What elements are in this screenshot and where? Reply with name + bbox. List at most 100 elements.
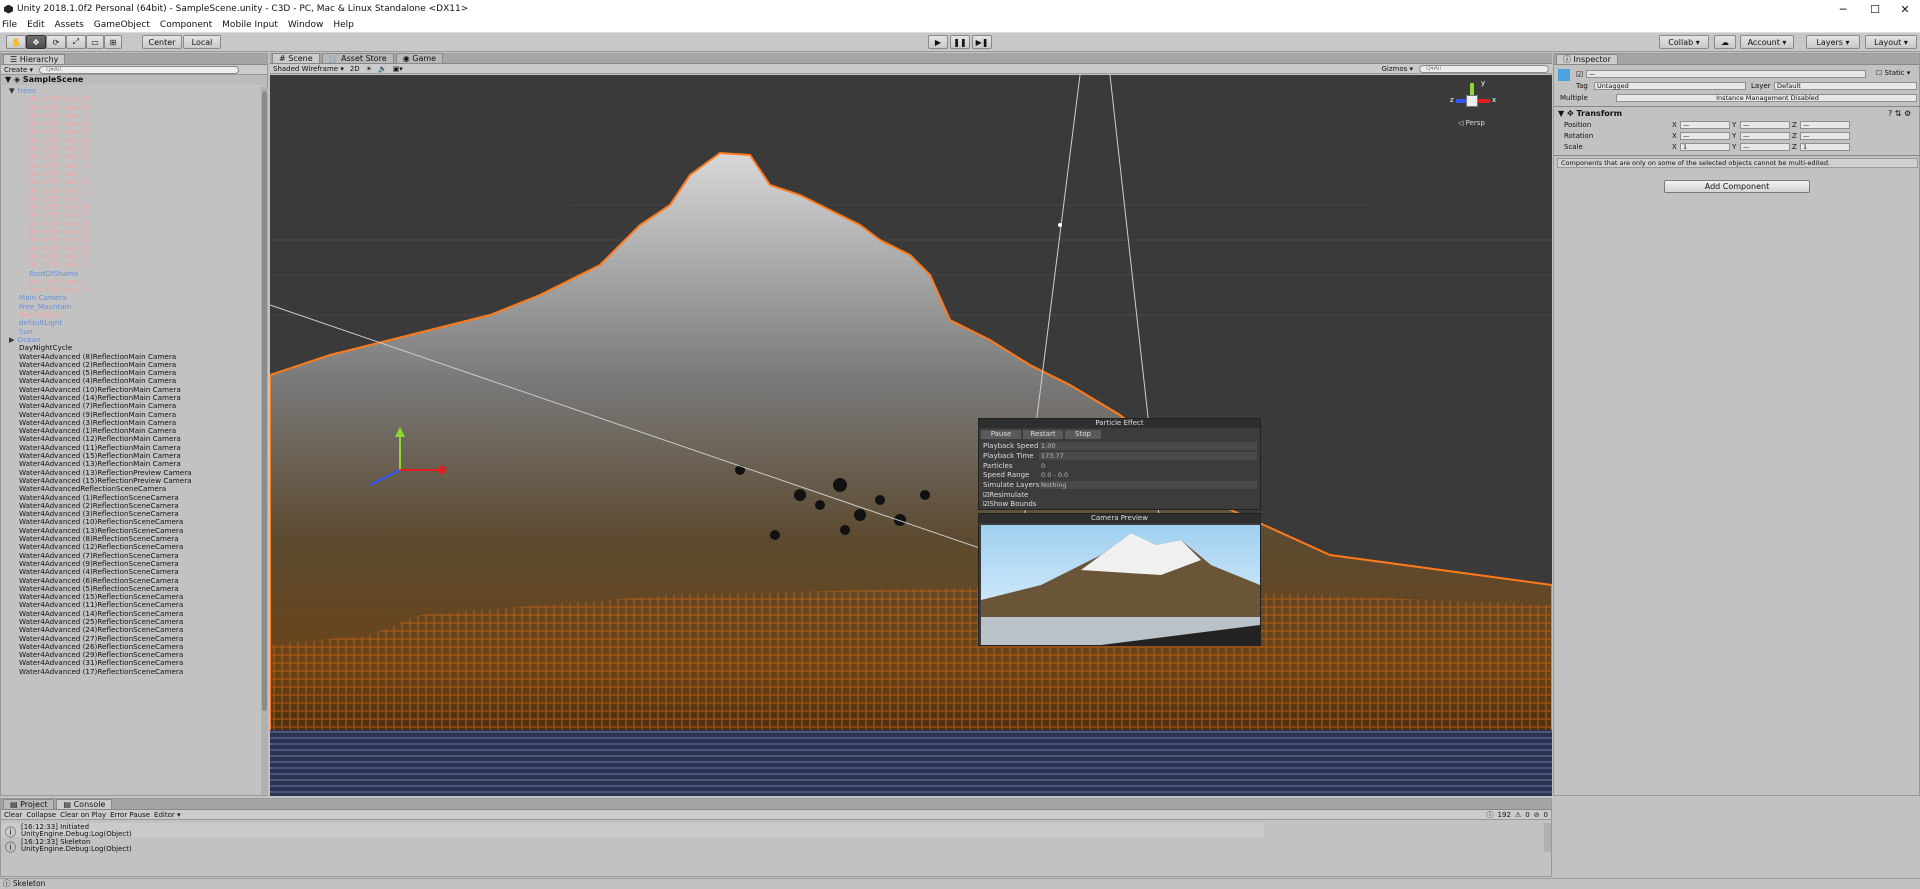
pause-button[interactable]: ❚❚ [950, 35, 970, 49]
expand-arrow-icon[interactable]: ▼ [9, 87, 15, 95]
scale-field[interactable]: 1 [1680, 143, 1730, 151]
rotation-field[interactable]: — [1680, 132, 1730, 140]
create-dropdown[interactable]: Create ▾ [4, 66, 33, 74]
hierarchy-item[interactable]: RootOfShame (2) [1, 178, 261, 186]
pivot-center-button[interactable]: Center [142, 35, 182, 49]
hierarchy-item[interactable]: Water4Advanced (3)ReflectionMain Camera [1, 419, 261, 427]
hierarchy-item[interactable]: RootOfShame (8) [1, 104, 261, 112]
particle-restart-button[interactable]: Restart [1023, 430, 1063, 439]
hierarchy-item[interactable]: Water4Advanced (13)ReflectionMain Camera [1, 460, 261, 468]
tab-hierarchy[interactable]: ☰ Hierarchy [3, 54, 66, 64]
menu-gameobject[interactable]: GameObject [94, 20, 150, 30]
hierarchy-item[interactable]: ▼ trees [1, 87, 261, 95]
hand-tool-icon[interactable]: ✋ [6, 35, 26, 49]
hierarchy-item[interactable]: RootOfShame [1, 170, 261, 178]
hierarchy-item[interactable]: Water4Advanced (12)ReflectionMain Camera [1, 435, 261, 443]
console-message[interactable]: ⓘ [16:12:33] Skeleton UnityEngine.Debug:… [1, 838, 1264, 854]
hierarchy-item[interactable]: Water4Advanced (15)ReflectionPreview Cam… [1, 477, 261, 485]
hierarchy-item[interactable]: Water4Advanced (5)ReflectionSceneCamera [1, 585, 261, 593]
gizmo-y-axis-icon[interactable] [1470, 83, 1474, 95]
layer-dropdown[interactable]: Default [1774, 82, 1917, 90]
transform-tool-icon[interactable]: ⊞ [104, 35, 122, 49]
cloud-icon[interactable]: ☁ [1714, 35, 1736, 49]
hierarchy-item[interactable]: Main Camera [1, 294, 261, 302]
hierarchy-item[interactable]: RootOfShame (4) [1, 236, 261, 244]
tab-project[interactable]: ▤ Project [3, 799, 55, 809]
playback-speed-field[interactable]: 1.00 [1039, 442, 1257, 450]
hierarchy-item[interactable]: Water4Advanced (25)ReflectionSceneCamera [1, 618, 261, 626]
gizmo-z-axis-icon[interactable] [1456, 99, 1466, 103]
maximize-button[interactable]: ☐ [1860, 0, 1890, 18]
step-button[interactable]: ▶❚ [972, 35, 992, 49]
hierarchy-item[interactable]: Sun [1, 328, 261, 336]
collab-button[interactable]: Collab ▾ [1659, 35, 1709, 49]
transform-header[interactable]: ▼ ✥ Transform [1558, 109, 1622, 118]
playback-time-field[interactable]: 173.77 [1039, 452, 1257, 460]
hierarchy-item[interactable]: Water4Advanced (11)ReflectionMain Camera [1, 444, 261, 452]
tag-dropdown[interactable]: Untagged [1594, 82, 1746, 90]
layout-dropdown[interactable]: Layout ▾ [1865, 35, 1917, 49]
hierarchy-item[interactable]: Root Of Shame [1, 278, 261, 286]
gizmos-dropdown[interactable]: Gizmos ▾ [1381, 65, 1413, 73]
hierarchy-item[interactable]: Water4Advanced (1)ReflectionSceneCamera [1, 494, 261, 502]
position-field[interactable]: — [1740, 121, 1790, 129]
hierarchy-item[interactable]: Water4Advanced (2)ReflectionMain Camera [1, 361, 261, 369]
hierarchy-item[interactable]: RootOfShame (6) [1, 120, 261, 128]
2d-toggle[interactable]: 2D [350, 65, 360, 73]
particle-stop-button[interactable]: Stop [1065, 430, 1101, 439]
console-scrollbar[interactable] [1544, 823, 1551, 852]
shading-mode-dropdown[interactable]: Shaded Wireframe ▾ [273, 65, 344, 73]
active-checkbox[interactable]: ☑ [1576, 70, 1583, 79]
hierarchy-item[interactable]: RootOfShame (9) [1, 95, 261, 103]
menu-help[interactable]: Help [333, 20, 354, 30]
lighting-toggle-icon[interactable]: ☀ [366, 65, 372, 73]
hierarchy-item[interactable]: Water4Advanced (24)ReflectionSceneCamera [1, 626, 261, 634]
hierarchy-item[interactable]: RootOfShame (9) [1, 286, 261, 294]
position-field[interactable]: — [1680, 121, 1730, 129]
hierarchy-item[interactable]: Water4Advanced (5)ReflectionMain Camera [1, 369, 261, 377]
hierarchy-item[interactable]: Water4Advanced (3)ReflectionSceneCamera [1, 510, 261, 518]
scene-viewport[interactable]: y x z ◁ Persp Particle Effect Pause Rest… [270, 75, 1552, 796]
hierarchy-item[interactable]: ParticleLight [1, 311, 261, 319]
hierarchy-item[interactable]: RootOfShame (5) [1, 128, 261, 136]
play-button[interactable]: ▶ [928, 35, 948, 49]
static-checkbox[interactable]: ☐ Static ▾ [1876, 69, 1910, 77]
hierarchy-item[interactable]: Water4Advanced (7)ReflectionMain Camera [1, 402, 261, 410]
audio-toggle-icon[interactable]: 🔊 [378, 65, 387, 73]
hierarchy-item[interactable]: Water4Advanced (9)ReflectionSceneCamera [1, 560, 261, 568]
hierarchy-item[interactable]: RootOfShame (6) [1, 220, 261, 228]
hierarchy-item[interactable]: Water4Advanced (2)ReflectionSceneCamera [1, 502, 261, 510]
clear-button[interactable]: Clear [4, 811, 22, 819]
tab-asset-store[interactable]: 🛒 Asset Store [321, 53, 394, 63]
account-dropdown[interactable]: Account ▾ [1740, 35, 1794, 49]
hierarchy-item[interactable]: Water4Advanced (27)ReflectionSceneCamera [1, 635, 261, 643]
hierarchy-search-input[interactable]: Q▾All [39, 65, 239, 74]
tab-console[interactable]: ▤ Console [56, 799, 113, 809]
hierarchy-item[interactable]: Water4Advanced (8)ReflectionMain Camera [1, 353, 261, 361]
hierarchy-item[interactable]: Water4Advanced (31)ReflectionSceneCamera [1, 659, 261, 667]
hierarchy-item[interactable]: RootOfShame (1) [1, 187, 261, 195]
layers-dropdown[interactable]: Layers ▾ [1806, 35, 1860, 49]
effects-dropdown-icon[interactable]: ▣▾ [393, 65, 403, 73]
error-pause-button[interactable]: Error Pause [110, 811, 150, 819]
resimulate-row[interactable]: ☑Resimulate [983, 491, 1259, 499]
orientation-gizmo[interactable]: y x z ◁ Persp [1450, 79, 1500, 129]
hierarchy-item[interactable]: RootOfShame (8) [1, 203, 261, 211]
editor-dropdown[interactable]: Editor ▾ [154, 811, 180, 819]
gameobject-name-field[interactable]: — [1586, 70, 1866, 78]
hierarchy-item[interactable]: Water4AdvancedReflectionSceneCamera [1, 485, 261, 493]
rotation-field[interactable]: — [1800, 132, 1850, 140]
hierarchy-item[interactable]: RootOfShame (7) [1, 211, 261, 219]
clear-on-play-button[interactable]: Clear on Play [60, 811, 106, 819]
hierarchy-item[interactable]: Water4Advanced (13)ReflectionSceneCamera [1, 527, 261, 535]
transform-settings-icon[interactable]: ? ⇅ ⚙ [1888, 109, 1911, 118]
hierarchy-item[interactable]: ▶ Ocean [1, 336, 261, 344]
gizmo-cube-icon[interactable] [1466, 95, 1478, 107]
tab-game[interactable]: ◉ Game [395, 53, 444, 63]
hierarchy-item[interactable]: RootOfShame (3) [1, 145, 261, 153]
warning-count-icon[interactable]: ⚠ [1515, 811, 1521, 819]
hierarchy-item[interactable]: Water4Advanced (4)ReflectionMain Camera [1, 377, 261, 385]
hierarchy-item[interactable]: RootOfShame (3) [1, 245, 261, 253]
position-field[interactable]: — [1800, 121, 1850, 129]
info-count-icon[interactable]: ⓘ [1487, 810, 1494, 820]
